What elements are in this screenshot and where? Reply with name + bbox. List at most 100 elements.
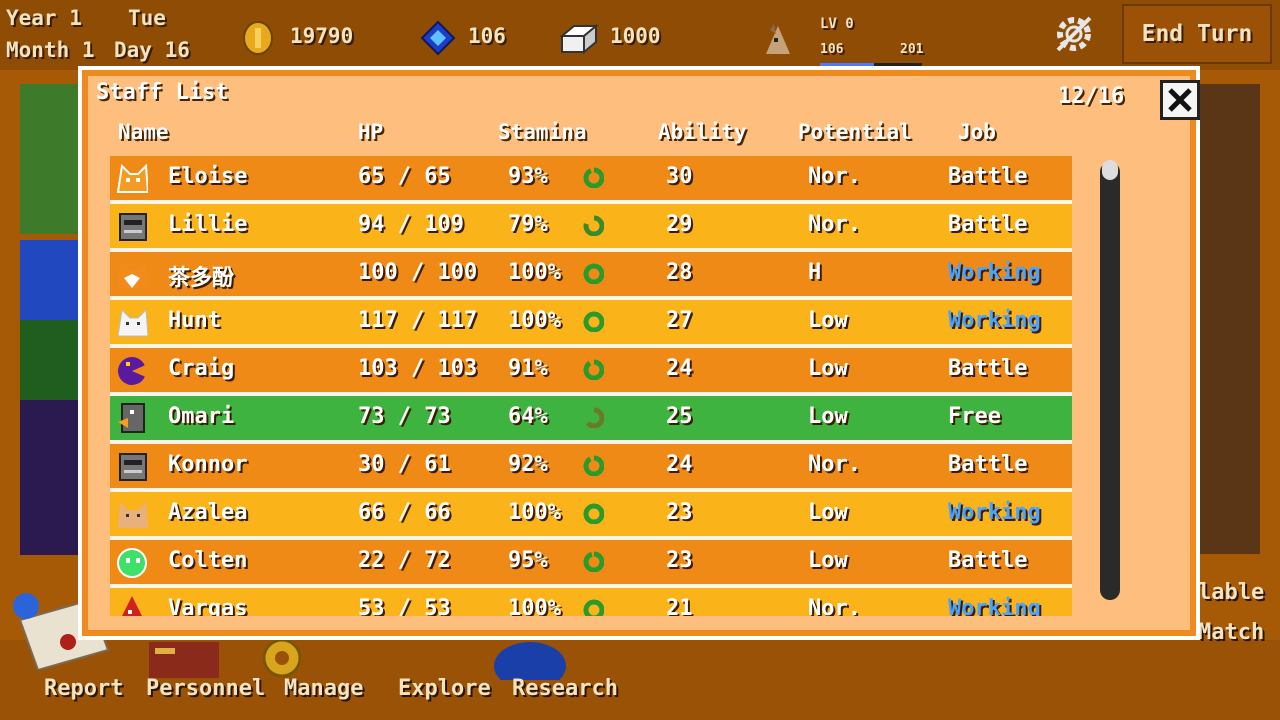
weekday-label: Tue [128,6,166,30]
close-icon [1168,88,1192,112]
staff-job: Battle [948,164,1028,189]
stamina-ring-icon [583,167,604,188]
staff-stamina: 92% [508,452,548,477]
scrollbar-track[interactable] [1100,162,1120,600]
top-hud: Year 1 Tue Month 1 Day 16 19790 106 1000… [0,0,1280,70]
background-room-panel [1200,84,1260,554]
stamina-ring-icon [583,215,604,236]
staff-stamina: 93% [508,164,548,189]
staff-potential: Nor. [808,596,861,616]
staff-stamina: 100% [508,500,561,525]
staff-row[interactable]: Colten 22 / 72 95% 23 Low Battle [110,540,1072,588]
exp-max: 201 [900,42,924,57]
staff-name: Omari [168,404,235,429]
staff-hp: 66 / 66 [358,500,451,525]
gem-icon [420,20,456,60]
staff-hp: 100 / 100 [358,260,478,285]
staff-row[interactable]: Azalea 66 / 66 100% 23 Low Working [110,492,1072,540]
staff-row[interactable]: 茶多酚 100 / 100 100% 28 H Working [110,252,1072,300]
staff-ability: 21 [666,596,693,616]
stamina-ring-icon [583,455,604,476]
column-header-ability[interactable]: Ability [658,120,747,144]
staff-name: Lillie [168,212,248,237]
green-slime-icon [117,548,147,578]
scrollbar-thumb[interactable] [1102,160,1118,180]
staff-row[interactable]: Eloise 65 / 65 93% 30 Nor. Battle [110,156,1072,204]
column-header-stamina[interactable]: Stamina [498,120,587,144]
background-room-panel [20,320,80,400]
staff-ability: 30 [666,164,693,189]
level-label: LV 0 [820,16,854,32]
stamina-ring-icon [583,359,604,380]
day-label: Day 16 [114,38,190,62]
research-menu-label[interactable]: Research [512,676,618,701]
year-label: Year 1 [6,6,82,30]
staff-ability: 23 [666,548,693,573]
staff-name: Colten [168,548,248,573]
settings-gear-icon[interactable] [1050,10,1098,62]
stamina-ring-icon [583,551,604,572]
staff-ability: 28 [666,260,693,285]
staff-hp: 103 / 103 [358,356,478,381]
red-creature-icon [122,596,142,616]
staff-stamina: 100% [508,308,561,333]
player-avatar-icon [762,22,794,60]
dog-icon [118,502,148,528]
orange-cat-icon [116,163,148,193]
staff-job: Working [948,596,1041,616]
month-label: Month 1 [6,38,95,62]
staff-row[interactable]: Craig 103 / 103 91% 24 Low Battle [110,348,1072,396]
staff-potential: Low [808,356,848,381]
staff-job: Battle [948,212,1028,237]
staff-stamina: 100% [508,260,561,285]
staff-row[interactable]: Vargas 53 / 53 100% 21 Nor. Working [110,588,1072,616]
gold-coin-icon [242,20,274,60]
manage-menu-label[interactable]: Manage [284,676,363,701]
staff-job: Working [948,308,1041,333]
stamina-ring-icon [583,311,604,332]
staff-job: Working [948,500,1041,525]
staff-name: Azalea [168,500,248,525]
staff-potential: H [808,260,822,285]
staff-name: Vargas [168,596,248,616]
staff-ability: 24 [666,452,693,477]
staff-potential: Nor. [808,452,861,477]
staff-row[interactable]: Hunt 117 / 117 100% 27 Low Working [110,300,1072,348]
staff-name: Konnor [168,452,248,477]
staff-stamina: 95% [508,548,548,573]
column-header-potential[interactable]: Potential [798,120,912,144]
report-menu-label[interactable]: Report [44,676,123,701]
background-room-panel [20,240,80,320]
dialog-title: Staff List [96,80,229,105]
column-header-name[interactable]: Name [118,120,169,144]
background-room-panel [20,400,80,555]
robot-icon [119,213,147,241]
staff-hp: 22 / 72 [358,548,451,573]
stamina-ring-icon [583,263,604,284]
explore-menu-label[interactable]: Explore [398,676,491,701]
staff-row[interactable]: Omari 73 / 73 64% 25 Low Free [110,396,1072,444]
exp-current: 106 [820,42,844,57]
column-header-hp[interactable]: HP [358,120,383,144]
staff-hp: 65 / 65 [358,164,451,189]
staff-potential: Nor. [808,164,861,189]
staff-row[interactable]: Konnor 30 / 61 92% 24 Nor. Battle [110,444,1072,492]
end-turn-button[interactable]: End Turn [1122,4,1272,64]
stamina-ring-icon [583,599,604,616]
staff-table: Eloise 65 / 65 93% 30 Nor. Battle Lillie 94 / 1… [110,156,1072,616]
staff-hp: 30 / 61 [358,452,451,477]
column-header-job[interactable]: Job [958,120,996,144]
fox-icon [118,260,148,288]
side-label-match: Match [1198,620,1265,645]
staff-row[interactable]: Lillie 94 / 109 79% 29 Nor. Battle [110,204,1072,252]
staff-job: Battle [948,452,1028,477]
staff-potential: Low [808,500,848,525]
stamina-ring-icon [583,407,604,428]
personnel-menu-label[interactable]: Personnel [146,676,265,701]
staff-ability: 24 [666,356,693,381]
close-button[interactable] [1160,80,1200,120]
purple-creature-icon [118,357,148,385]
side-label-available: lable [1198,580,1265,605]
staff-hp: 117 / 117 [358,308,478,333]
staff-potential: Low [808,308,848,333]
